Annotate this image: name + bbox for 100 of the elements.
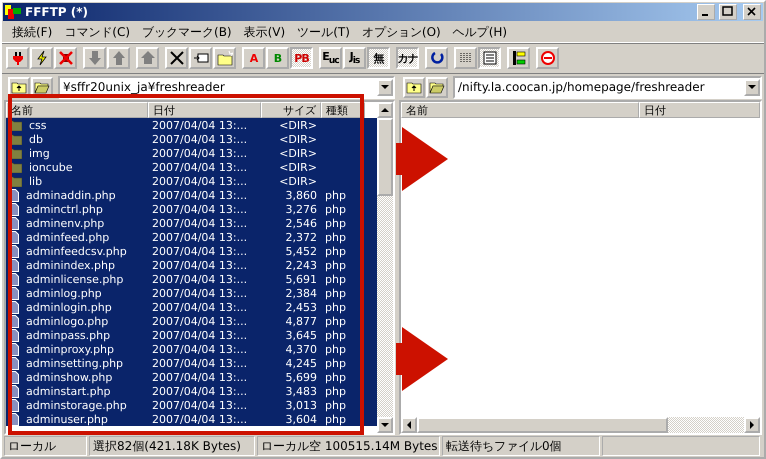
file-row[interactable]: adminpass.php 2007/04/04 13:... 3,645 php [6, 328, 377, 342]
file-type: php [324, 398, 347, 412]
menu-item[interactable]: 接続(F) [6, 24, 58, 40]
close-icon[interactable] [743, 4, 761, 20]
open-folder-icon [34, 80, 50, 94]
menu-item[interactable]: ブックマーク(B) [136, 24, 238, 40]
house-icon [140, 50, 156, 66]
toolbar-button[interactable]: E$_{uc}$ [319, 47, 342, 69]
vertical-scrollbar[interactable] [377, 102, 393, 433]
toolbar-button[interactable] [30, 47, 53, 69]
file-row[interactable]: adminproxy.php 2007/04/04 13:... 4,370 php [6, 342, 377, 356]
file-size: <DIR> [278, 118, 318, 132]
arrow-icon [381, 421, 389, 429]
file-date: 2007/04/04 13:... [151, 202, 248, 216]
open-folder-button[interactable] [426, 76, 448, 98]
scroll-thumb[interactable] [377, 118, 393, 196]
arrow-icon [748, 83, 756, 91]
scroll-left-button[interactable] [401, 417, 417, 433]
remote-path-field[interactable]: /nifty.la.coocan.jp/homepage/freshreader [453, 76, 762, 98]
menu-item[interactable]: 表示(V) [238, 24, 292, 40]
file-type: php [324, 202, 347, 216]
menu-item[interactable]: ヘルプ(H) [446, 24, 514, 40]
file-name: ioncube [28, 160, 74, 174]
arrow-icon [381, 106, 389, 114]
file-row[interactable]: adminenv.php 2007/04/04 13:... 2,546 php [6, 216, 377, 230]
toolbar-button[interactable] [507, 47, 530, 69]
scroll-down-button[interactable] [377, 417, 393, 433]
dropdown-button[interactable] [377, 78, 393, 96]
file-row[interactable]: adminlogo.php 2007/04/04 13:... 4,877 php [6, 314, 377, 328]
menu-item[interactable]: オプション(O) [356, 24, 447, 40]
file-date: 2007/04/04 13:... [151, 230, 248, 244]
column-header[interactable]: 日付 [148, 102, 261, 118]
toolbar-button[interactable] [213, 47, 236, 69]
file-row[interactable]: css 2007/04/04 13:... <DIR> [6, 118, 377, 132]
file-row[interactable]: adminshow.php 2007/04/04 13:... 5,699 php [6, 370, 377, 384]
file-row[interactable]: ioncube 2007/04/04 13:... <DIR> [6, 160, 377, 174]
file-row[interactable]: adminfeed.php 2007/04/04 13:... 2,372 php [6, 230, 377, 244]
file-row[interactable]: db 2007/04/04 13:... <DIR> [6, 132, 377, 146]
toolbar-button[interactable]: カナ [396, 47, 419, 69]
file-date: 2007/04/04 13:... [151, 328, 248, 342]
maximize-icon[interactable] [719, 4, 737, 20]
toolbar-button[interactable] [54, 47, 77, 69]
column-header[interactable]: 日付 [639, 102, 760, 118]
horizontal-scrollbar[interactable] [401, 417, 760, 433]
toolbar-button[interactable] [425, 47, 448, 69]
toolbar-button[interactable] [6, 47, 29, 69]
up-arrow-icon [110, 50, 126, 66]
file-size: 4,370 [284, 342, 318, 356]
file-row[interactable]: adminctrl.php 2007/04/04 13:... 3,276 php [6, 202, 377, 216]
file-row[interactable]: adminlog.php 2007/04/04 13:... 2,384 php [6, 286, 377, 300]
file-type: php [324, 342, 347, 356]
file-row[interactable]: adminuser.php 2007/04/04 13:... 3,604 php [6, 412, 377, 426]
file-size: 2,372 [284, 230, 318, 244]
file-row[interactable]: img 2007/04/04 13:... <DIR> [6, 146, 377, 160]
column-header[interactable]: 名前 [401, 102, 639, 118]
file-size: 3,860 [284, 188, 318, 202]
file-type: php [324, 412, 347, 426]
toolbar-button[interactable] [165, 47, 188, 69]
file-name: lib [28, 174, 44, 188]
file-row[interactable]: adminlicense.php 2007/04/04 13:... 5,691 php [6, 272, 377, 286]
file-name: adminsetting.php [25, 356, 124, 370]
file-date: 2007/04/04 13:... [151, 118, 248, 132]
toolbar-button[interactable] [454, 47, 477, 69]
file-row[interactable]: adminfeedcsv.php 2007/04/04 13:... 5,452 php [6, 244, 377, 258]
file-row[interactable]: adminstorage.php 2007/04/04 13:... 3,013 php [6, 398, 377, 412]
file-type: php [324, 272, 347, 286]
menu-item[interactable]: ツール(T) [291, 24, 356, 40]
menu-item[interactable]: コマンド(C) [58, 24, 136, 40]
file-name: adminproxy.php [25, 342, 116, 356]
file-row[interactable]: adminlogin.php 2007/04/04 13:... 2,453 php [6, 300, 377, 314]
toolbar-button[interactable]: J$_{is}$ [343, 47, 366, 69]
toolbar-button[interactable] [478, 47, 501, 69]
file-size: 2,453 [284, 300, 318, 314]
column-header[interactable]: 名前 [6, 102, 148, 118]
file-row[interactable]: adminstart.php 2007/04/04 13:... 3,483 php [6, 384, 377, 398]
file-row[interactable]: adminindex.php 2007/04/04 13:... 2,243 php [6, 258, 377, 272]
file-name: adminlogo.php [25, 314, 110, 328]
file-row[interactable]: adminsetting.php 2007/04/04 13:... 4,245 php [6, 356, 377, 370]
toolbar-button[interactable]: PB [290, 47, 313, 69]
file-row[interactable]: lib 2007/04/04 13:... <DIR> [6, 174, 377, 188]
column-header[interactable]: 種類 [321, 102, 365, 118]
scroll-thumb[interactable] [417, 417, 668, 433]
toolbar-button[interactable] [189, 47, 212, 69]
parent-folder-button[interactable] [403, 76, 425, 98]
toolbar-button[interactable]: 無 [367, 47, 390, 69]
file-name: adminlog.php [25, 286, 103, 300]
column-header[interactable]: サイズ [261, 102, 321, 118]
scroll-right-button[interactable] [744, 417, 760, 433]
file-date: 2007/04/04 13:... [151, 412, 248, 426]
file-size: <DIR> [278, 132, 318, 146]
scroll-up-button[interactable] [377, 102, 393, 118]
file-date: 2007/04/04 13:... [151, 342, 248, 356]
status-text: ローカル空 100515.14M Bytes [257, 436, 440, 456]
file-row[interactable]: adminaddin.php 2007/04/04 13:... 3,860 php [6, 188, 377, 202]
minimize-icon[interactable] [697, 4, 715, 20]
file-size: 3,604 [284, 412, 318, 426]
file-date: 2007/04/04 13:... [151, 146, 248, 160]
file-type: php [324, 244, 347, 258]
dropdown-button[interactable] [744, 78, 760, 96]
file-type: php [324, 328, 347, 342]
